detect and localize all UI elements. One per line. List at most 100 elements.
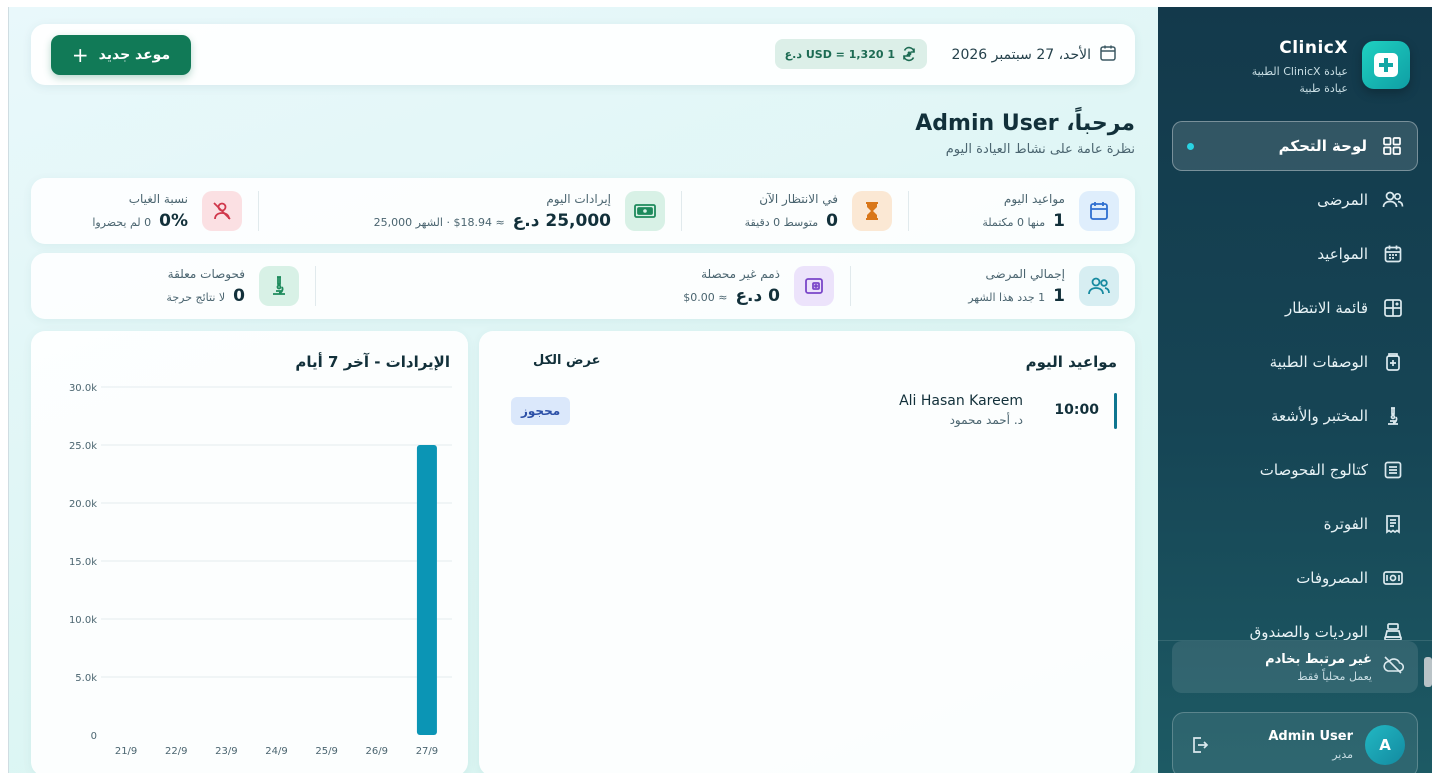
greeting: مرحباً، xyxy=(1066,111,1135,136)
expenses-icon xyxy=(1382,567,1404,589)
stat-value: 25,000 د.ع xyxy=(512,210,611,231)
revenue-chart-svg: 0 5.0k 10.0k 15.0k 20.0k 25.0k 30.0k 21/9 22/9 23… xyxy=(69,383,452,757)
microscope-icon xyxy=(259,266,299,306)
appointment-patient: Ali Hasan Kareem xyxy=(899,393,1023,409)
today-appointments-card: مواعيد اليوم عرض الكل 10:00 Ali Hasan Ka… xyxy=(479,331,1135,773)
welcome-section: مرحباً، Admin User نظرة عامة على نشاط ال… xyxy=(915,111,1135,157)
cash-register-icon xyxy=(1382,621,1404,640)
revenue-chart: 0 5.0k 10.0k 15.0k 20.0k 25.0k 30.0k 21/9 22/9 23… xyxy=(31,331,468,773)
stat-label: نسبة الغياب xyxy=(128,191,188,206)
stat-sub: منها 0 مكتملة xyxy=(982,215,1046,229)
y-tick-label: 0 xyxy=(91,731,97,742)
stat-pending-tests[interactable]: فحوصات معلقة 0 لا نتائج حرجة xyxy=(55,253,315,319)
sidebar-item-dashboard[interactable]: لوحة التحكم xyxy=(1172,121,1418,171)
x-tick-label: 22/9 xyxy=(165,746,187,757)
stat-total-patients[interactable]: إجمالي المرضى 1 1 جدد هذا الشهر xyxy=(851,253,1135,319)
server-status-subtitle: يعمل محلياً فقط xyxy=(1297,669,1372,683)
stat-label: إيرادات اليوم xyxy=(546,191,611,206)
sidebar-item-shifts[interactable]: الورديات والصندوق xyxy=(1172,607,1418,640)
brand-subtitle-line-2: عيادة طبية xyxy=(1299,82,1348,95)
clinic-logo-icon xyxy=(1362,41,1410,89)
stat-waiting-now[interactable]: في الانتظار الآن 0 متوسط 0 دقيقة xyxy=(682,178,908,244)
stat-today-appointments[interactable]: مواعيد اليوم 1 منها 0 مكتملة xyxy=(909,178,1135,244)
y-tick-label: 5.0k xyxy=(75,673,97,684)
sidebar-item-catalog[interactable]: كتالوج الفحوصات xyxy=(1172,445,1418,495)
revenue-chart-card: الإيرادات - آخر 7 أيام 0 5.0k 10.0k 15.0k 20… xyxy=(31,331,468,773)
avatar: A xyxy=(1365,725,1405,765)
sidebar-item-billing[interactable]: الفوترة xyxy=(1172,499,1418,549)
brand-subtitle-line-1: عيادة ClinicX الطبية xyxy=(1251,65,1348,78)
sidebar-item-lab[interactable]: المختبر والأشعة xyxy=(1172,391,1418,441)
hourglass-icon xyxy=(852,191,892,231)
sidebar-item-queue[interactable]: قائمة الانتظار xyxy=(1172,283,1418,333)
server-status-title: غير مرتبط بخادم xyxy=(1265,651,1372,667)
x-tick-label: 23/9 xyxy=(215,746,237,757)
server-status-card: غير مرتبط بخادم يعمل محلياً فقط xyxy=(1172,641,1418,693)
sidebar-item-label: كتالوج الفحوصات xyxy=(1259,461,1368,479)
welcome-user-name: Admin User xyxy=(915,111,1059,136)
stat-label: ذمم غير محصلة xyxy=(701,266,780,281)
cash-icon xyxy=(625,191,665,231)
x-tick-label: 26/9 xyxy=(366,746,388,757)
active-indicator-dot xyxy=(1187,143,1194,150)
stat-sub: 1 جدد هذا الشهر xyxy=(968,290,1046,304)
stat-absence-rate[interactable]: نسبة الغياب 0% 0 لم يحضروا xyxy=(38,178,258,244)
user-role: مدير xyxy=(1332,748,1353,761)
calendar-icon xyxy=(1382,243,1404,265)
sidebar-item-expenses[interactable]: المصروفات xyxy=(1172,553,1418,603)
app-window: ClinicX عيادة ClinicX الطبية عيادة طبية … xyxy=(8,7,1432,773)
logout-icon[interactable] xyxy=(1187,733,1211,757)
y-tick-label: 30.0k xyxy=(69,383,97,394)
window-scrollbar[interactable] xyxy=(1424,657,1432,687)
stat-receivables[interactable]: ذمم غير محصلة 0 د.ع ≈ $0.00 xyxy=(316,253,850,319)
page-title: مرحباً، Admin User xyxy=(915,111,1135,136)
bar xyxy=(416,445,437,735)
appointment-indicator xyxy=(1114,393,1117,429)
brand-name: ClinicX xyxy=(1279,38,1348,58)
stat-label: في الانتظار الآن xyxy=(759,191,838,206)
catalog-icon xyxy=(1382,459,1404,481)
x-tick-label: 27/9 xyxy=(416,746,438,757)
appointment-time: 10:00 xyxy=(1054,402,1099,418)
users-icon xyxy=(1079,266,1119,306)
calendar-icon xyxy=(1079,191,1119,231)
stat-sub: متوسط 0 دقيقة xyxy=(744,215,819,229)
sidebar: ClinicX عيادة ClinicX الطبية عيادة طبية … xyxy=(1158,7,1432,773)
stat-sub: ≈ $18.94 · الشهر 25,000 xyxy=(373,215,505,229)
sidebar-item-appointments[interactable]: المواعيد xyxy=(1172,229,1418,279)
dashboard-icon xyxy=(1381,135,1403,157)
sidebar-item-prescriptions[interactable]: الوصفات الطبية xyxy=(1172,337,1418,387)
user-name: Admin User xyxy=(1268,729,1353,744)
stat-value: 1 xyxy=(1053,285,1065,306)
stat-sub: لا نتائج حرجة xyxy=(166,290,226,304)
status-badge: محجوز xyxy=(511,397,571,425)
sidebar-nav-scroll[interactable]: لوحة التحكم المرضى المواعيد قائمة الانتظ… xyxy=(1158,121,1432,640)
invoice-icon xyxy=(1382,513,1404,535)
stat-today-revenue[interactable]: إيرادات اليوم 25,000 د.ع ≈ $18.94 · الشهر… xyxy=(259,178,681,244)
x-tick-label: 21/9 xyxy=(115,746,137,757)
sidebar-item-label: لوحة التحكم xyxy=(1278,137,1367,155)
stat-label: فحوصات معلقة xyxy=(167,266,245,281)
y-tick-label: 15.0k xyxy=(69,557,97,568)
wallet-icon xyxy=(794,266,834,306)
queue-icon xyxy=(1382,297,1404,319)
exchange-rate-badge[interactable]: 1 USD = 1,320 د.ع xyxy=(774,39,927,69)
stats-row-1: مواعيد اليوم 1 منها 0 مكتملة في الانتظار … xyxy=(31,178,1135,244)
new-appointment-button[interactable]: موعد جديد + xyxy=(51,35,191,75)
sidebar-item-patients[interactable]: المرضى xyxy=(1172,175,1418,225)
sidebar-item-label: الورديات والصندوق xyxy=(1249,623,1368,640)
stat-value: 0 xyxy=(233,285,245,306)
plus-icon: + xyxy=(71,43,89,67)
appointment-row[interactable]: 10:00 Ali Hasan Kareem د. أحمد محمود محج… xyxy=(495,391,1117,431)
exchange-icon xyxy=(901,46,917,62)
cloud-off-icon xyxy=(1382,655,1405,679)
brand: ClinicX عيادة ClinicX الطبية عيادة طبية xyxy=(1170,38,1410,101)
appointment-doctor: د. أحمد محمود xyxy=(949,413,1023,427)
microscope-icon xyxy=(1382,405,1404,427)
user-profile-card[interactable]: A Admin User مدير xyxy=(1172,712,1418,773)
y-tick-label: 20.0k xyxy=(69,499,97,510)
view-all-link[interactable]: عرض الكل xyxy=(533,353,600,368)
stat-label: مواعيد اليوم xyxy=(1003,191,1065,206)
sidebar-item-label: المصروفات xyxy=(1296,569,1368,587)
y-tick-label: 10.0k xyxy=(69,615,97,626)
